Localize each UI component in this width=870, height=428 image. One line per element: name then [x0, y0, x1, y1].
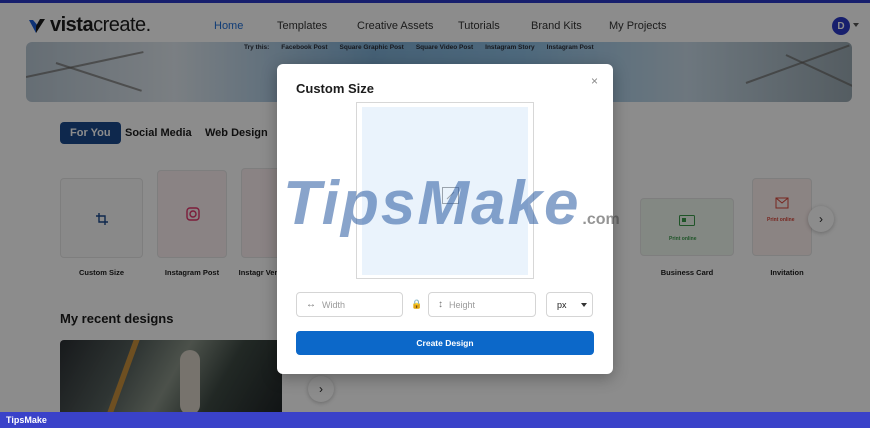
width-field[interactable]: ↔ Width [296, 292, 403, 317]
create-design-button[interactable]: Create Design [296, 331, 594, 355]
close-icon[interactable]: × [591, 74, 598, 88]
width-arrows-icon: ↔ [306, 299, 316, 310]
dialog-title: Custom Size [296, 81, 375, 96]
lock-aspect-icon[interactable]: 🔒 [411, 299, 422, 310]
unit-value: px [557, 299, 567, 310]
height-arrows-icon: ↕ [438, 299, 443, 310]
size-preview [356, 102, 534, 279]
height-field[interactable]: ↕ Height [428, 292, 536, 317]
chevron-down-icon [581, 303, 587, 307]
bottom-bar-label: TipsMake [6, 415, 47, 425]
height-placeholder: Height [449, 299, 476, 310]
width-placeholder: Width [322, 299, 346, 310]
resize-icon [442, 187, 459, 204]
unit-select[interactable]: px [546, 292, 593, 317]
bottom-bar: TipsMake [0, 412, 870, 428]
canvas-preview-area [362, 107, 528, 275]
custom-size-dialog: Custom Size × ↔ Width 🔒 ↕ Height px Crea… [277, 64, 613, 374]
